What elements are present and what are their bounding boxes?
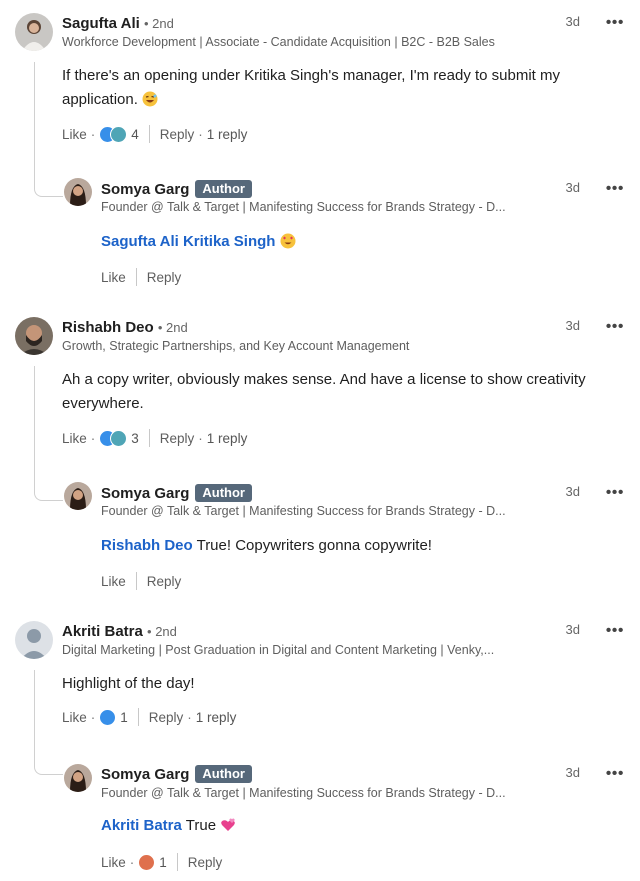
laughing-emoji-icon [142, 91, 158, 107]
mention-link[interactable]: Akriti Batra [101, 817, 182, 834]
reply-button[interactable]: Reply [147, 270, 182, 285]
comment-time: 3d [565, 14, 580, 29]
reaction-count[interactable]: 4 [131, 127, 139, 142]
reply-author-headline: Founder @ Talk & Target | Manifesting Su… [101, 504, 506, 518]
reply-count[interactable]: 1 reply [196, 710, 237, 725]
support-reaction-icon [110, 125, 128, 143]
avatar[interactable] [64, 178, 92, 206]
reply-time: 3d [565, 180, 580, 195]
commenter-name[interactable]: Akriti Batra [62, 623, 143, 640]
reaction-icons[interactable] [99, 708, 117, 726]
more-options-icon[interactable]: ••• [606, 623, 624, 639]
hearts-emoji-icon [221, 818, 236, 831]
reaction-icons[interactable] [99, 429, 128, 447]
comment-thread: Akriti Batra • 2nd Digital Marketing | P… [0, 608, 640, 881]
reply-count[interactable]: 1 reply [207, 431, 248, 446]
connection-degree: • 2nd [157, 320, 188, 335]
avatar[interactable] [15, 13, 53, 51]
reply-author-name[interactable]: Somya Garg [101, 485, 189, 502]
thread-line [34, 366, 35, 486]
reply-button[interactable]: Reply [160, 431, 195, 446]
reaction-icons[interactable] [99, 125, 128, 143]
reply-author-name[interactable]: Somya Garg [101, 766, 189, 783]
avatar[interactable] [15, 621, 53, 659]
reply-button[interactable]: Reply [160, 127, 195, 142]
reaction-icons[interactable] [138, 853, 156, 871]
avatar[interactable] [64, 482, 92, 510]
comment-thread: Sagufta Ali • 2nd Workforce Development … [0, 0, 640, 300]
reply-connector [34, 486, 63, 501]
reaction-count[interactable]: 1 [120, 710, 128, 725]
reaction-count[interactable]: 1 [159, 855, 167, 870]
like-button[interactable]: Like [62, 710, 87, 725]
commenter-name[interactable]: Sagufta Ali [62, 15, 140, 32]
comment-text: Highlight of the day! [62, 675, 195, 692]
like-button[interactable]: Like [101, 270, 126, 285]
reply-author-headline: Founder @ Talk & Target | Manifesting Su… [101, 786, 506, 800]
like-button[interactable]: Like [101, 574, 126, 589]
thread-line [34, 670, 35, 760]
reply-text: Sagufta Ali Kritika Singh [101, 230, 296, 254]
author-badge: Author [195, 484, 252, 502]
avatar[interactable] [15, 317, 53, 355]
mention-link[interactable]: Rishabh Deo [101, 537, 193, 554]
like-button[interactable]: Like [62, 127, 87, 142]
mention-link[interactable]: Sagufta Ali Kritika Singh [101, 233, 275, 250]
support-reaction-icon [110, 429, 128, 447]
like-reaction-icon [99, 708, 117, 726]
reply-author-name[interactable]: Somya Garg [101, 181, 189, 198]
commenter-headline: Digital Marketing | Post Graduation in D… [62, 643, 495, 657]
reply-button[interactable]: Reply [188, 855, 223, 870]
reply-author-headline: Founder @ Talk & Target | Manifesting Su… [101, 200, 506, 214]
connection-degree: • 2nd [147, 624, 177, 639]
comment-text: If there's an opening under Kritika Sing… [62, 67, 561, 108]
like-button[interactable]: Like [62, 431, 87, 446]
author-badge: Author [195, 180, 252, 198]
reply-time: 3d [565, 765, 580, 780]
reply-connector [34, 182, 63, 197]
reply-count[interactable]: 1 reply [207, 127, 248, 142]
more-options-icon[interactable]: ••• [606, 15, 624, 31]
comment-time: 3d [565, 622, 580, 637]
more-options-icon[interactable]: ••• [606, 181, 624, 197]
more-options-icon[interactable]: ••• [606, 485, 624, 501]
reply-text: Rishabh Deo True! Copywriters gonna copy… [101, 537, 432, 554]
reply-text: Akriti Batra True [101, 814, 236, 838]
reaction-count[interactable]: 3 [131, 431, 139, 446]
more-options-icon[interactable]: ••• [606, 319, 624, 335]
smiling-hearts-emoji-icon [280, 233, 296, 249]
reply-time: 3d [565, 484, 580, 499]
commenter-headline: Workforce Development | Associate - Cand… [62, 35, 495, 49]
comment-thread: Rishabh Deo • 2nd Growth, Strategic Part… [0, 304, 640, 604]
heart-reaction-icon [138, 853, 156, 871]
connection-degree: • 2nd [143, 16, 174, 31]
reply-button[interactable]: Reply [149, 710, 184, 725]
commenter-name[interactable]: Rishabh Deo [62, 319, 154, 336]
comment-text: Ah a copy writer, obviously makes sense.… [62, 371, 586, 412]
commenter-headline: Growth, Strategic Partnerships, and Key … [62, 339, 410, 353]
avatar[interactable] [64, 764, 92, 792]
comment-time: 3d [565, 318, 580, 333]
reply-button[interactable]: Reply [147, 574, 182, 589]
author-badge: Author [195, 765, 252, 783]
reply-connector [34, 760, 63, 775]
like-button[interactable]: Like [101, 855, 126, 870]
thread-line [34, 62, 35, 182]
more-options-icon[interactable]: ••• [606, 766, 624, 782]
